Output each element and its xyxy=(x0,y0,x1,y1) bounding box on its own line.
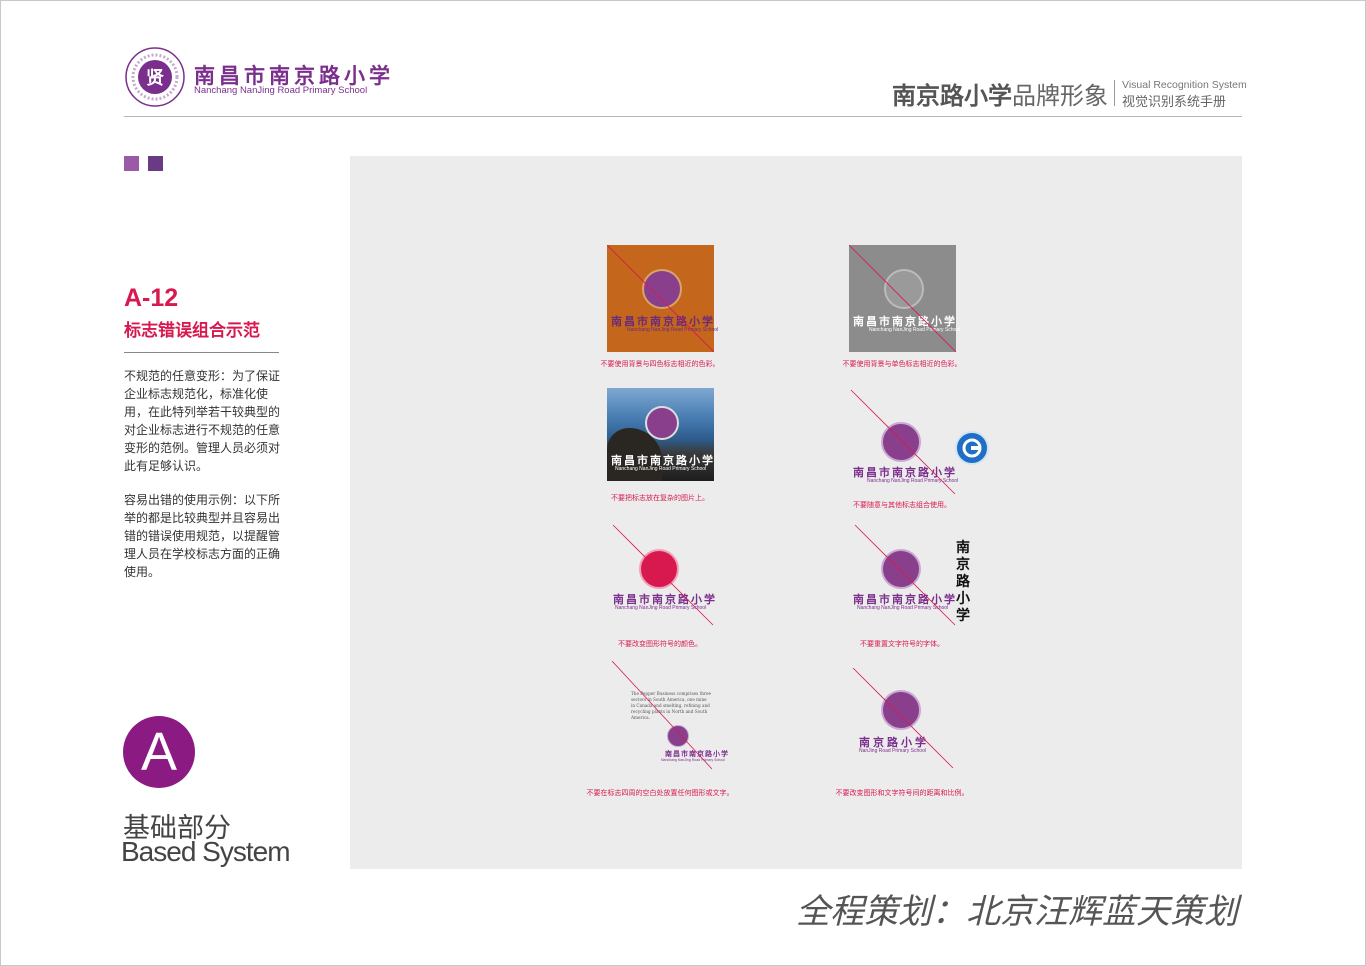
strike-line-icon xyxy=(852,668,954,769)
caption-8: 不要改变图形和文字符号间的距离和比例。 xyxy=(835,789,969,797)
caption-6: 不要重置文字符号的字体。 xyxy=(860,640,944,648)
description-paragraph-2: 容易出错的使用示例：以下所举的都是比较典型并且容易出错的错误使用规范，以提醒管理… xyxy=(124,493,281,579)
manual-title-en: Visual Recognition System xyxy=(1122,79,1247,91)
example-changed-color: 南昌市南京路小学 Nanchang NanJing Road Primary S… xyxy=(607,523,717,633)
section-title: 标志错误组合示范 xyxy=(124,321,260,341)
examples-panel: 南昌市南京路小学 Nanchang NanJing Road Primary S… xyxy=(350,156,1242,869)
strike-line-icon xyxy=(611,661,713,770)
caption-4: 不要随意与其他标志组合使用。 xyxy=(853,501,951,509)
caption-2: 不要使用背景与单色标志相近的色彩。 xyxy=(842,360,962,368)
example-other-mark: 南昌市南京路小学 Nanchang NanJing Road Primary S… xyxy=(849,388,959,498)
brand-title: 南京路小学品牌形象 xyxy=(892,76,1108,111)
decor-square-light xyxy=(124,156,139,171)
mini-emblem-icon xyxy=(645,406,679,440)
example-orange-background: 南昌市南京路小学 Nanchang NanJing Road Primary S… xyxy=(607,245,718,352)
example-changed-proportion: 南京路小学 NanJing Road Primary School xyxy=(849,668,959,778)
vertical-school-name: 南京路小学 xyxy=(956,540,970,624)
mini-logo-en: Nanchang NanJing Road Primary School xyxy=(615,466,707,472)
section-badge: A xyxy=(123,716,195,788)
other-brand-logo-icon xyxy=(955,431,989,465)
footer-credit: 全程策划：北京汪辉蓝天策划 xyxy=(796,892,1238,932)
decor-square-dark xyxy=(148,156,163,171)
description-paragraph-1: 不规范的任意变形：为了保证企业标志规范化，标准化使用，在此特列举若干较典型的对企… xyxy=(124,369,281,473)
example-changed-font: 南昌市南京路小学 Nanchang NanJing Road Primary S… xyxy=(849,523,959,633)
caption-7: 不要在标志四周的空白处放置任何图形或文字。 xyxy=(586,789,734,797)
strike-line-icon xyxy=(850,389,956,495)
section-rule xyxy=(124,352,279,353)
caption-3: 不要把标志放在复杂的图片上。 xyxy=(611,494,709,502)
caption-1: 不要使用背景与四色标志相近的色彩。 xyxy=(600,360,720,368)
part-title-en: Based System xyxy=(121,836,291,867)
strike-line-icon xyxy=(854,524,956,626)
manual-title-cn: 视觉识别系统手册 xyxy=(1122,95,1227,110)
brand-divider xyxy=(1114,80,1115,106)
svg-text:贤: 贤 xyxy=(146,68,164,89)
brand-title-rest: 品牌形象 xyxy=(1012,82,1108,110)
school-name-en: Nanchang NanJing Road Primary School xyxy=(194,85,368,96)
brand-title-bold: 南京路小学 xyxy=(892,82,1012,110)
header-rule xyxy=(124,116,1242,117)
example-photo-background: 南昌市南京路小学 Nanchang NanJing Road Primary S… xyxy=(607,388,714,481)
example-clear-space-text: The Pepper Business comprises three sect… xyxy=(607,661,728,776)
section-code: A-12 xyxy=(124,284,179,312)
school-emblem-icon: 贤 xyxy=(125,47,185,107)
strike-line-icon xyxy=(612,524,714,626)
strike-line-icon xyxy=(849,245,956,352)
example-gray-background: 南昌市南京路小学 Nanchang NanJing Road Primary S… xyxy=(849,245,960,352)
strike-line-icon xyxy=(607,245,714,352)
caption-5: 不要改变图形符号的颜色。 xyxy=(618,640,702,648)
